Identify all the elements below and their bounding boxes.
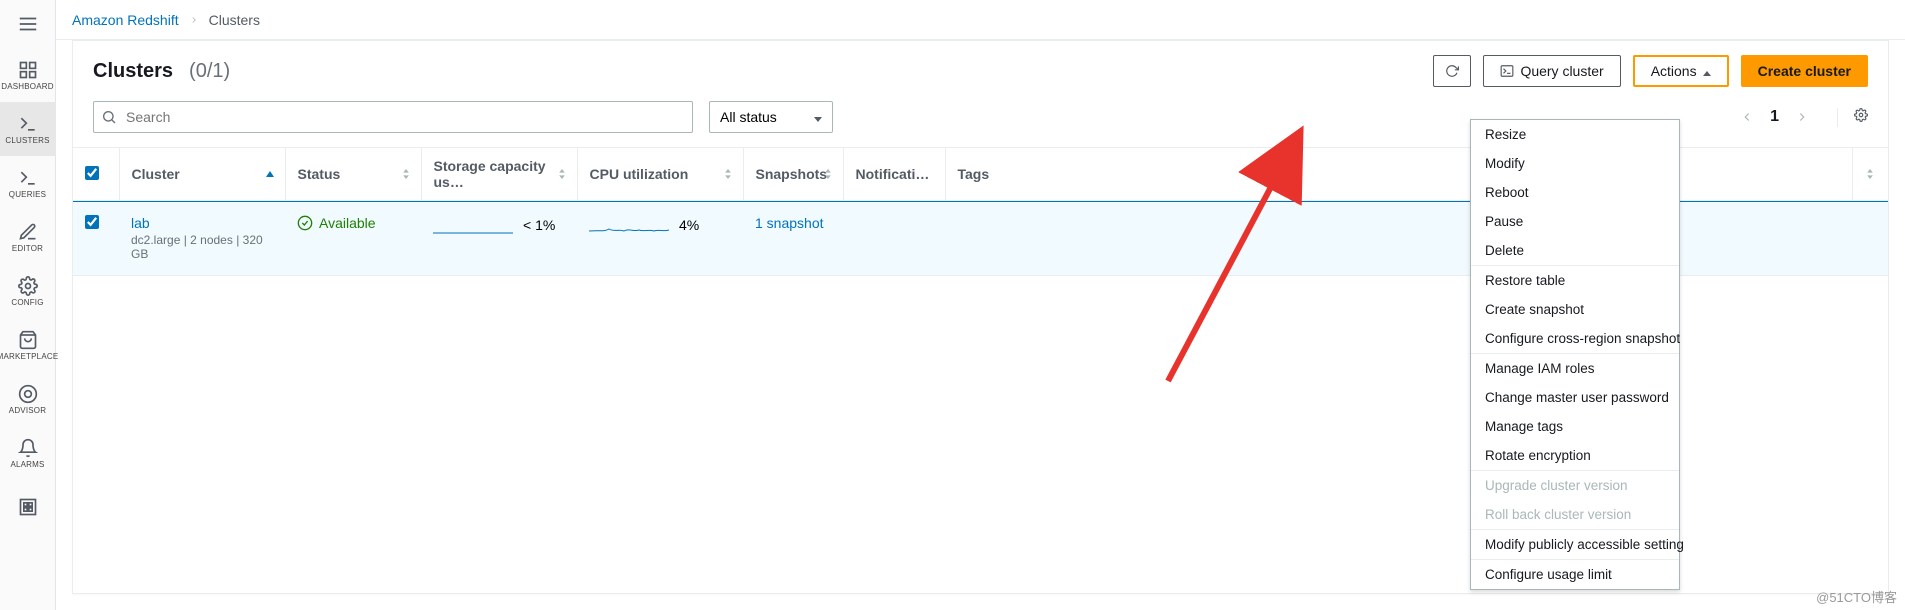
status-filter-label: All status (720, 109, 777, 125)
create-cluster-label: Create cluster (1758, 63, 1851, 79)
actions-menu-item[interactable]: Rotate encryption (1471, 441, 1679, 470)
col-snapshots[interactable]: Snapshots (743, 148, 843, 201)
sort-icon (723, 169, 733, 179)
col-tags[interactable]: Tags (945, 148, 1852, 201)
page-number: 1 (1770, 108, 1779, 126)
actions-menu-item[interactable]: Change master user password (1471, 383, 1679, 412)
sidebar-item-queries[interactable]: QUERIES (0, 156, 56, 210)
breadcrumb-root[interactable]: Amazon Redshift (72, 12, 179, 28)
col-status[interactable]: Status (285, 148, 421, 201)
create-cluster-button[interactable]: Create cluster (1741, 55, 1868, 87)
col-checkbox (73, 148, 119, 201)
actions-menu-item[interactable]: Delete (1471, 236, 1679, 265)
sidebar-item-dashboard[interactable]: DASHBOARD (0, 48, 56, 102)
actions-button[interactable]: Actions (1633, 55, 1729, 87)
sidebar-item-advisor[interactable]: ADVISOR (0, 372, 56, 426)
cluster-subtype: dc2.large | 2 nodes | 320 GB (131, 233, 273, 261)
actions-menu-item[interactable]: Create snapshot (1471, 295, 1679, 324)
sidebar-item-alarms[interactable]: ALARMS (0, 426, 56, 480)
refresh-button[interactable] (1433, 55, 1471, 87)
col-expand[interactable] (1852, 148, 1888, 201)
col-notifications[interactable]: Notificati… (843, 148, 945, 201)
sidebar-item-label: DASHBOARD (1, 82, 53, 91)
sidebar-item-clusters[interactable]: CLUSTERS (0, 102, 56, 156)
sidebar: DASHBOARD CLUSTERS QUERIES EDITOR CONFIG… (0, 0, 56, 610)
actions-menu-item[interactable]: Configure usage limit (1471, 560, 1679, 589)
sidebar-item-label: QUERIES (9, 190, 46, 199)
caret-up-icon (1703, 63, 1711, 79)
col-cpu[interactable]: CPU utilization (577, 148, 743, 201)
sidebar-item-label: ADVISOR (9, 406, 46, 415)
cpu-value: 4% (679, 217, 699, 233)
sidebar-item-label: ALARMS (10, 460, 44, 469)
sidebar-item-config[interactable]: CONFIG (0, 264, 56, 318)
cluster-name-link[interactable]: lab (131, 215, 273, 231)
terminal-icon (1500, 64, 1514, 78)
sort-asc-icon (265, 169, 275, 179)
sort-icon (401, 169, 411, 179)
sidebar-item-extra[interactable] (0, 480, 56, 534)
sidebar-item-label: EDITOR (12, 244, 43, 253)
row-checkbox[interactable] (85, 215, 99, 229)
menu-toggle[interactable] (0, 0, 56, 48)
query-cluster-button[interactable]: Query cluster (1483, 55, 1620, 87)
chevron-right-icon (189, 15, 199, 25)
check-circle-icon (297, 215, 313, 231)
page-count: (0/1) (189, 60, 230, 83)
actions-menu-item: Upgrade cluster version (1471, 471, 1679, 500)
actions-menu-item[interactable]: Configure cross-region snapshot (1471, 324, 1679, 353)
col-storage[interactable]: Storage capacity us… (421, 148, 577, 201)
caret-down-icon (814, 109, 822, 125)
actions-menu: ResizeModifyRebootPauseDeleteRestore tab… (1470, 119, 1680, 590)
clusters-panel: Clusters (0/1) Query cluster Actions Cre… (72, 40, 1889, 594)
refresh-icon (1445, 64, 1459, 78)
snapshot-link[interactable]: 1 snapshot (755, 215, 824, 231)
prev-page-button[interactable] (1740, 110, 1754, 124)
actions-menu-item[interactable]: Resize (1471, 120, 1679, 149)
sidebar-item-marketplace[interactable]: MARKETPLACE (0, 318, 56, 372)
sidebar-item-editor[interactable]: EDITOR (0, 210, 56, 264)
next-page-button[interactable] (1795, 110, 1809, 124)
col-cluster[interactable]: Cluster (119, 148, 285, 201)
actions-menu-item[interactable]: Manage IAM roles (1471, 354, 1679, 383)
sort-icon (557, 169, 567, 179)
watermark: @51CTO博客 (1816, 587, 1897, 606)
storage-sparkline (433, 215, 513, 235)
search-input[interactable] (93, 101, 693, 133)
actions-menu-item: Roll back cluster version (1471, 500, 1679, 529)
status-filter[interactable]: All status (709, 101, 833, 133)
main-content: Amazon Redshift Clusters Clusters (0/1) … (56, 0, 1905, 610)
search-icon (101, 109, 117, 125)
breadcrumb: Amazon Redshift Clusters (56, 0, 1905, 40)
status-badge: Available (297, 215, 409, 231)
sort-icon (823, 169, 833, 179)
sidebar-item-label: CONFIG (11, 298, 43, 307)
storage-value: < 1% (523, 217, 555, 233)
actions-menu-item[interactable]: Modify publicly accessible setting (1471, 530, 1679, 559)
sidebar-item-label: MARKETPLACE (0, 352, 58, 361)
actions-menu-item[interactable]: Manage tags (1471, 412, 1679, 441)
search-box (93, 101, 693, 133)
sort-icon (1865, 169, 1875, 179)
cpu-sparkline (589, 215, 669, 235)
actions-menu-item[interactable]: Modify (1471, 149, 1679, 178)
select-all-checkbox[interactable] (85, 166, 99, 180)
actions-label: Actions (1651, 63, 1697, 79)
actions-menu-item[interactable]: Pause (1471, 207, 1679, 236)
sidebar-item-label: CLUSTERS (5, 136, 49, 145)
page-title: Clusters (93, 60, 173, 83)
table-settings-button[interactable] (1837, 108, 1868, 127)
actions-menu-item[interactable]: Reboot (1471, 178, 1679, 207)
actions-menu-item[interactable]: Restore table (1471, 266, 1679, 295)
breadcrumb-current: Clusters (209, 12, 260, 28)
query-cluster-label: Query cluster (1520, 63, 1603, 79)
